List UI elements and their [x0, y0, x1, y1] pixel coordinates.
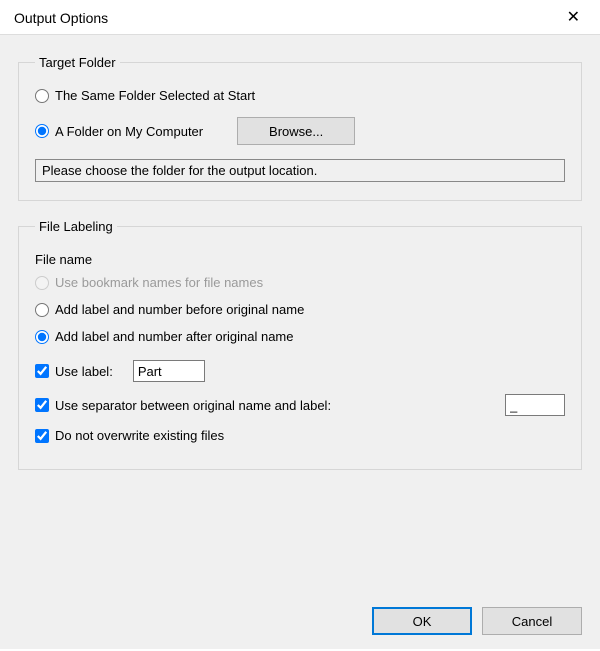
radio-use-bookmark-label: Use bookmark names for file names	[55, 275, 263, 290]
ok-button[interactable]: OK	[372, 607, 472, 635]
file-labeling-group: File Labeling File name Use bookmark nam…	[18, 219, 582, 470]
separator-input[interactable]	[505, 394, 565, 416]
window-title: Output Options	[14, 10, 108, 26]
radio-add-after-input[interactable]	[35, 330, 49, 344]
radio-add-after-label: Add label and number after original name	[55, 329, 293, 344]
radio-my-computer-label: A Folder on My Computer	[55, 124, 203, 139]
check-use-separator-text: Use separator between original name and …	[55, 398, 331, 413]
check-use-label[interactable]: Use label:	[35, 364, 113, 379]
radio-same-folder[interactable]: The Same Folder Selected at Start	[35, 88, 255, 103]
radio-add-before[interactable]: Add label and number before original nam…	[35, 302, 304, 317]
check-no-overwrite-input[interactable]	[35, 429, 49, 443]
cancel-button[interactable]: Cancel	[482, 607, 582, 635]
titlebar: Output Options ✕	[0, 0, 600, 34]
check-no-overwrite-text: Do not overwrite existing files	[55, 428, 224, 443]
check-use-separator-input[interactable]	[35, 398, 49, 412]
dialog-footer: OK Cancel	[372, 607, 582, 635]
radio-add-after[interactable]: Add label and number after original name	[35, 329, 293, 344]
dialog-body: Target Folder The Same Folder Selected a…	[0, 34, 600, 649]
label-input[interactable]	[133, 360, 205, 382]
check-use-separator[interactable]: Use separator between original name and …	[35, 398, 331, 413]
folder-path-display: Please choose the folder for the output …	[35, 159, 565, 182]
radio-use-bookmark: Use bookmark names for file names	[35, 275, 263, 290]
target-folder-legend: Target Folder	[35, 55, 120, 70]
close-icon[interactable]: ✕	[559, 8, 588, 28]
radio-add-before-label: Add label and number before original nam…	[55, 302, 304, 317]
radio-my-computer-input[interactable]	[35, 124, 49, 138]
radio-use-bookmark-input	[35, 276, 49, 290]
radio-my-computer[interactable]: A Folder on My Computer	[35, 124, 203, 139]
radio-same-folder-label: The Same Folder Selected at Start	[55, 88, 255, 103]
radio-add-before-input[interactable]	[35, 303, 49, 317]
target-folder-group: Target Folder The Same Folder Selected a…	[18, 55, 582, 201]
browse-button[interactable]: Browse...	[237, 117, 355, 145]
check-use-label-text: Use label:	[55, 364, 113, 379]
radio-same-folder-input[interactable]	[35, 89, 49, 103]
file-labeling-legend: File Labeling	[35, 219, 117, 234]
check-no-overwrite[interactable]: Do not overwrite existing files	[35, 428, 224, 443]
file-name-heading: File name	[35, 252, 565, 267]
check-use-label-input[interactable]	[35, 364, 49, 378]
